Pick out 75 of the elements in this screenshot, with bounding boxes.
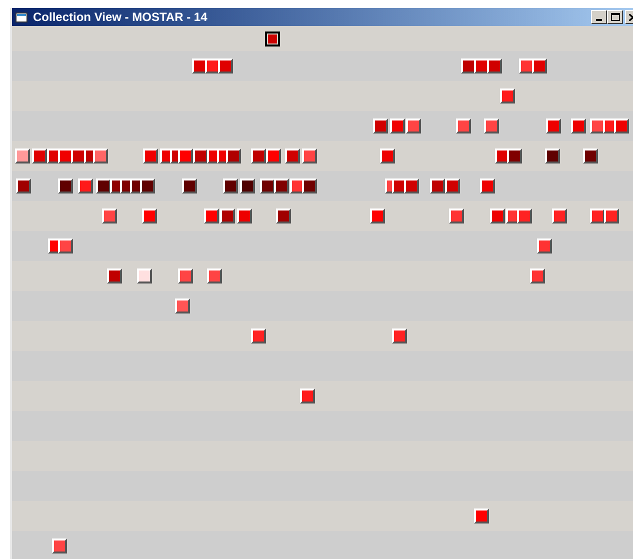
marker[interactable]: [237, 208, 252, 224]
marker[interactable]: [140, 178, 155, 194]
marker[interactable]: [390, 118, 405, 134]
marker[interactable]: [285, 148, 300, 164]
marker[interactable]: [456, 118, 471, 134]
marker[interactable]: [240, 178, 255, 194]
marker[interactable]: [251, 148, 266, 164]
marker[interactable]: [178, 148, 193, 164]
marker[interactable]: [251, 328, 266, 344]
marker[interactable]: [604, 208, 619, 224]
marker[interactable]: [484, 118, 499, 134]
marker[interactable]: [58, 238, 73, 254]
marker[interactable]: [78, 178, 93, 194]
marker[interactable]: [218, 58, 233, 74]
marker[interactable]: [449, 208, 464, 224]
marker[interactable]: [507, 148, 522, 164]
marker[interactable]: [137, 268, 152, 284]
marker[interactable]: [480, 178, 495, 194]
marker[interactable]: [590, 208, 605, 224]
marker[interactable]: [380, 148, 395, 164]
marker[interactable]: [260, 178, 275, 194]
marker[interactable]: [52, 538, 67, 554]
marker[interactable]: [500, 88, 515, 104]
marker[interactable]: [102, 208, 117, 224]
marker[interactable]: [204, 208, 219, 224]
marker[interactable]: [32, 148, 47, 164]
marker[interactable]: [274, 178, 289, 194]
marker[interactable]: [266, 148, 281, 164]
marker[interactable]: [373, 118, 388, 134]
marker[interactable]: [430, 178, 445, 194]
marker[interactable]: [58, 178, 73, 194]
marker[interactable]: [96, 178, 111, 194]
marker[interactable]: [583, 148, 598, 164]
marker[interactable]: [530, 268, 545, 284]
marker[interactable]: [142, 208, 157, 224]
marker[interactable]: [392, 328, 407, 344]
marker[interactable]: [517, 208, 532, 224]
marker[interactable]: [16, 178, 31, 194]
marker[interactable]: [445, 178, 460, 194]
marker[interactable]: [276, 208, 291, 224]
marker[interactable]: [406, 118, 421, 134]
marker[interactable]: [15, 148, 30, 164]
marker[interactable]: [474, 508, 489, 524]
marker[interactable]: [370, 208, 385, 224]
window-title: Collection View - MOSTAR - 14: [33, 9, 208, 26]
marker[interactable]: [300, 388, 315, 404]
marker[interactable]: [220, 208, 235, 224]
marker[interactable]: [193, 148, 208, 164]
marker[interactable]: [107, 268, 122, 284]
marker[interactable]: [223, 178, 238, 194]
marker[interactable]: [175, 298, 190, 314]
marker[interactable]: [487, 58, 502, 74]
maximize-icon: [610, 13, 620, 21]
marker[interactable]: [546, 118, 561, 134]
maximize-button[interactable]: [607, 10, 623, 24]
marker[interactable]: [552, 208, 567, 224]
window-icon: [15, 10, 29, 24]
marker[interactable]: [93, 148, 108, 164]
minimize-button[interactable]: [591, 10, 607, 24]
marker[interactable]: [545, 148, 560, 164]
selected-marker[interactable]: [265, 31, 280, 46]
marker[interactable]: [532, 58, 547, 74]
minimize-icon: [596, 19, 602, 21]
marker[interactable]: [614, 118, 629, 134]
marker[interactable]: [178, 268, 193, 284]
marker[interactable]: [302, 148, 317, 164]
marker[interactable]: [226, 148, 241, 164]
marker[interactable]: [490, 208, 505, 224]
marker[interactable]: [571, 118, 586, 134]
marker[interactable]: [143, 148, 158, 164]
marker[interactable]: [404, 178, 419, 194]
marker[interactable]: [207, 268, 222, 284]
marker[interactable]: [182, 178, 197, 194]
marker[interactable]: [302, 178, 317, 194]
marker[interactable]: [537, 238, 552, 254]
